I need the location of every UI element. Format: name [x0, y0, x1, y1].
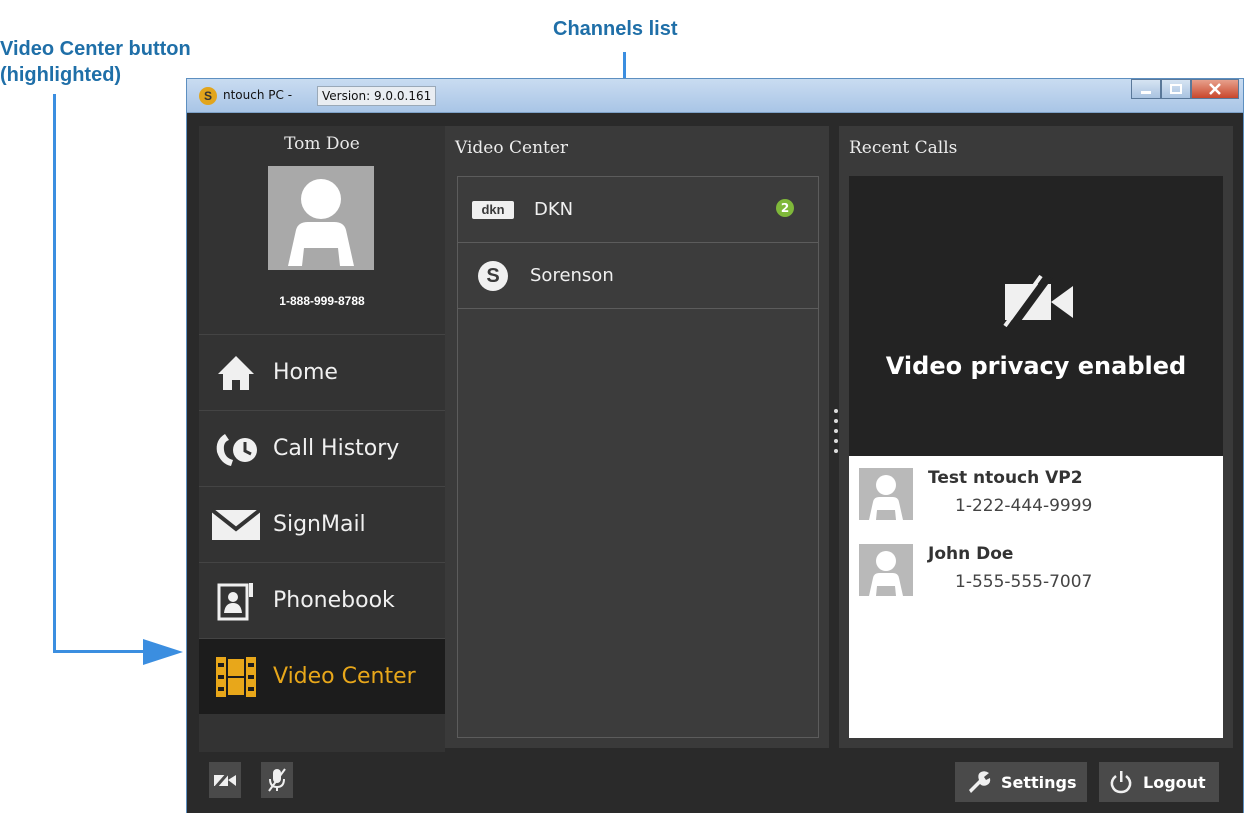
call-history-icon [211, 428, 261, 470]
avatar [859, 468, 913, 520]
film-icon [211, 656, 261, 698]
unread-badge: 2 [776, 199, 794, 217]
sidebar-nav: Home Call History SignMail Phonebook Vid… [199, 334, 445, 714]
sidebar-item-label: Home [273, 360, 338, 385]
sidebar-item-video-center[interactable]: Video Center [199, 638, 445, 714]
sidebar-item-label: Phonebook [273, 588, 395, 613]
channel-item-sorenson[interactable]: S Sorenson [458, 243, 818, 309]
version-label: Version: 9.0.0.161 [317, 86, 437, 106]
sorenson-logo-icon: S [199, 87, 217, 105]
sidebar-item-signmail[interactable]: SignMail [199, 486, 445, 562]
sidebar-item-call-history[interactable]: Call History [199, 410, 445, 486]
video-privacy-toggle[interactable] [209, 762, 241, 798]
mic-off-icon [268, 768, 286, 792]
profile-phone: 1-888-999-8788 [279, 294, 365, 308]
maximize-icon [1170, 84, 1182, 94]
sidebar-item-label: Video Center [273, 664, 416, 689]
profile-name: Tom Doe [284, 134, 360, 154]
video-preview: Video privacy enabled [849, 176, 1223, 456]
close-icon [1209, 83, 1221, 95]
sidebar-item-home[interactable]: Home [199, 334, 445, 410]
video-off-icon [213, 771, 236, 789]
dkn-logo-icon: dkn [472, 200, 514, 219]
power-icon [1110, 771, 1132, 794]
phonebook-icon [211, 580, 261, 622]
channel-name: DKN [534, 199, 574, 220]
person-icon [869, 475, 903, 520]
list-item[interactable]: John Doe 1-555-555-7007 [849, 532, 1223, 608]
envelope-icon [211, 504, 261, 546]
video-center-panel: Video Center dkn DKN 2 S Sorenson [445, 126, 829, 748]
callout-arrow-left-vertical [53, 94, 56, 652]
sidebar-item-label: Call History [273, 436, 400, 461]
window-controls [1131, 79, 1239, 101]
sidebar-item-phonebook[interactable]: Phonebook [199, 562, 445, 638]
minimize-icon [1141, 91, 1151, 94]
title-bar: S ntouch PC - Version: 9.0.0.161 [187, 79, 1243, 113]
minimize-button[interactable] [1131, 79, 1161, 99]
home-icon [211, 352, 261, 394]
person-icon [288, 179, 354, 266]
close-button[interactable] [1191, 79, 1239, 99]
sidebar: Tom Doe 1-888-999-8788 Home Call History [199, 126, 445, 752]
avatar[interactable] [268, 166, 374, 270]
sidebar-item-label: SignMail [273, 512, 366, 537]
mic-mute-toggle[interactable] [261, 762, 293, 798]
contact-name: John Doe [928, 544, 1014, 564]
settings-button[interactable]: Settings [955, 762, 1087, 802]
channels-list: dkn DKN 2 S Sorenson [457, 176, 819, 738]
recent-calls-title: Recent Calls [849, 138, 958, 158]
wrench-icon [969, 771, 991, 793]
sorenson-logo-icon: S [478, 260, 508, 291]
person-icon [869, 551, 903, 596]
avatar [859, 544, 913, 596]
bottom-toolbar: Settings Logout [187, 752, 1243, 813]
privacy-message: Video privacy enabled [885, 352, 1187, 380]
list-item[interactable]: Test ntouch VP2 1-222-444-9999 [849, 456, 1223, 532]
recent-calls-panel: Recent Calls Video privacy enabled Test … [839, 126, 1233, 748]
contact-phone: 1-555-555-7007 [955, 572, 1093, 592]
video-center-title: Video Center [455, 138, 569, 158]
settings-label: Settings [1001, 772, 1077, 792]
callout-arrow-left-horizontal [53, 650, 153, 653]
channel-item-dkn[interactable]: dkn DKN 2 [458, 177, 818, 243]
callout-channels-list: Channels list [553, 18, 678, 40]
video-off-icon [1003, 274, 1073, 330]
channel-name: Sorenson [530, 265, 614, 286]
app-window: S ntouch PC - Version: 9.0.0.161 Tom Doe… [186, 78, 1244, 813]
contact-phone: 1-222-444-9999 [955, 496, 1093, 516]
recent-calls-list: Test ntouch VP2 1-222-444-9999 John Doe … [849, 456, 1223, 738]
callout-arrowhead-left [143, 639, 183, 665]
logout-label: Logout [1143, 772, 1206, 792]
maximize-button[interactable] [1161, 79, 1191, 99]
app-title: ntouch PC - [223, 88, 293, 102]
logout-button[interactable]: Logout [1099, 762, 1219, 802]
contact-name: Test ntouch VP2 [928, 468, 1083, 488]
